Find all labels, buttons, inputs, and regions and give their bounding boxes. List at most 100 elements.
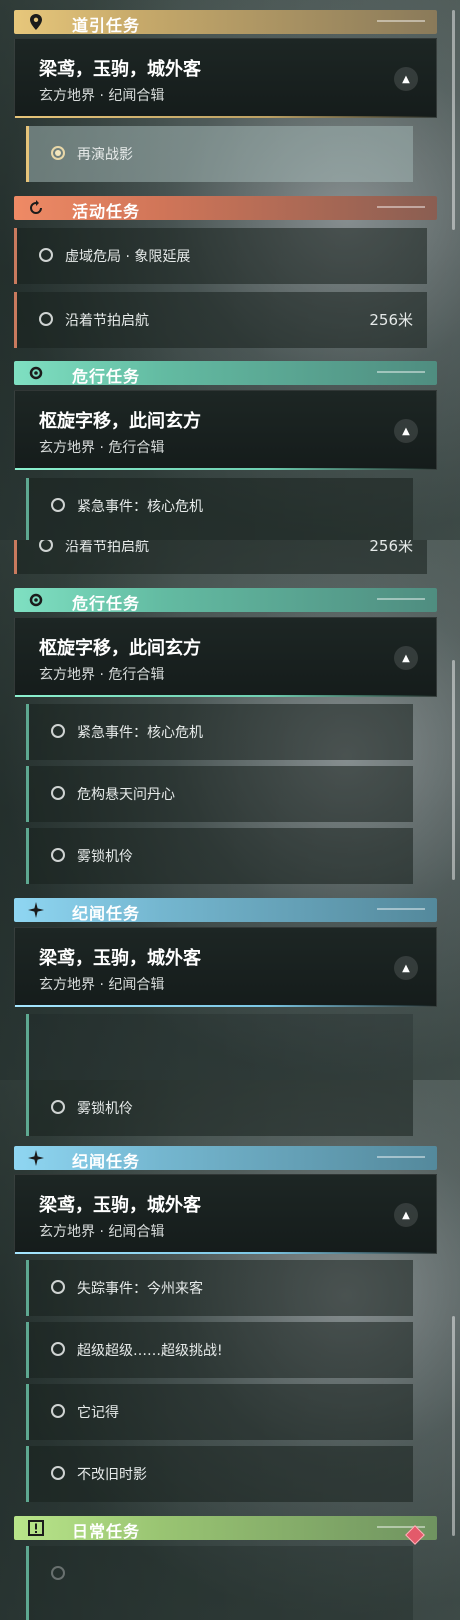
- collapse-arrow-icon[interactable]: ▲: [394, 1203, 418, 1227]
- section-header-lore[interactable]: 纪闻任务: [14, 898, 437, 923]
- quest-subtitle: 玄方地界 · 纪闻合辑: [39, 977, 165, 993]
- collapse-arrow-icon[interactable]: ▲: [394, 419, 418, 443]
- subquest-label: 沿着节拍启航: [65, 540, 149, 555]
- subquest-core-crisis[interactable]: 紧急事件：核心危机: [26, 704, 413, 760]
- subquest-fog-lock[interactable]: 雾锁机伶: [26, 828, 413, 884]
- sparkle-icon: [14, 898, 58, 922]
- quest-subtitle: 玄方地界 · 纪闻合辑: [39, 88, 165, 104]
- subquest-label: 超级超级……超级挑战!: [77, 1343, 223, 1359]
- section-header-daily[interactable]: 日常任务: [14, 1516, 437, 1541]
- section-header-danger[interactable]: 危行任务: [14, 361, 437, 386]
- subquest-label: 虚域危局 · 象限延展: [65, 249, 191, 265]
- quest-panel-screen-1: 道引任务 梁鸢，玉驹，城外客 玄方地界 · 纪闻合辑 ▲ 再演战影 活动任务 虚…: [0, 0, 460, 540]
- quest-title: 梁鸢，玉驹，城外客: [39, 948, 201, 969]
- section-title: 纪闻任务: [72, 904, 141, 923]
- quest-panel-screen-2: 沿着节拍启航 256米 危行任务 枢旋字移，此间玄方 玄方地界 · 危行合辑 ▲…: [0, 540, 460, 1080]
- collapse-arrow-icon[interactable]: ▲: [394, 67, 418, 91]
- location-pin-icon: [14, 10, 58, 34]
- gear-shield-icon: [14, 361, 58, 385]
- section-header-guide[interactable]: 道引任务: [14, 10, 437, 35]
- radio-icon: [51, 1404, 65, 1418]
- header-decoration: [377, 371, 425, 373]
- radio-icon: [39, 312, 53, 326]
- subquest-daily-partial[interactable]: [26, 1546, 413, 1620]
- section-title: 危行任务: [72, 367, 141, 386]
- collapse-arrow-icon[interactable]: ▲: [394, 956, 418, 980]
- section-header-danger[interactable]: 危行任务: [14, 588, 437, 613]
- radio-icon: [51, 1566, 65, 1580]
- radio-icon: [51, 1100, 65, 1114]
- exclamation-icon: [14, 1516, 58, 1540]
- quest-panel-screen-3: 雾锁机伶 纪闻任务 梁鸢，玉驹，城外客 玄方地界 · 纪闻合辑 ▲ 失踪事件：今…: [0, 1080, 460, 1620]
- card-underline: [15, 695, 436, 697]
- section-title: 危行任务: [72, 594, 141, 613]
- header-decoration: [377, 1156, 425, 1158]
- subquest-label: 紧急事件：核心危机: [77, 499, 203, 515]
- card-underline: [15, 116, 436, 118]
- quest-card-lore[interactable]: 梁鸢，玉驹，城外客 玄方地界 · 纪闻合辑 ▲: [14, 1174, 437, 1254]
- radio-icon: [51, 498, 65, 512]
- quest-subtitle: 玄方地界 · 纪闻合辑: [39, 1224, 165, 1240]
- subquest-label: 不改旧时影: [77, 1467, 147, 1483]
- quest-card-guide[interactable]: 梁鸢，玉驹，城外客 玄方地界 · 纪闻合辑 ▲: [14, 38, 437, 118]
- subquest-label: 沿着节拍启航: [65, 313, 149, 329]
- subquest-label: 雾锁机伶: [77, 1101, 133, 1117]
- quest-card-danger[interactable]: 枢旋字移，此间玄方 玄方地界 · 危行合辑 ▲: [14, 617, 437, 697]
- radio-icon: [51, 1342, 65, 1356]
- subquest-label: 失踪事件：今州来客: [77, 1281, 203, 1297]
- subquest-placeholder: [26, 1014, 413, 1080]
- radio-selected-icon: [51, 146, 65, 160]
- quest-title: 枢旋字移，此间玄方: [39, 638, 201, 659]
- radio-icon: [51, 724, 65, 738]
- subquest-label: 危构悬天问丹心: [77, 787, 175, 803]
- header-decoration: [377, 598, 425, 600]
- section-title: 纪闻任务: [72, 1152, 141, 1171]
- collapse-arrow-icon[interactable]: ▲: [394, 646, 418, 670]
- radio-icon: [51, 786, 65, 800]
- subquest-label: 再演战影: [77, 147, 133, 163]
- quest-title: 梁鸢，玉驹，城外客: [39, 1195, 201, 1216]
- quest-title: 枢旋字移，此间玄方: [39, 411, 201, 432]
- sparkle-icon: [14, 1146, 58, 1170]
- subquest-super-challenge[interactable]: 超级超级……超级挑战!: [26, 1322, 413, 1378]
- subquest-danger-heart[interactable]: 危构悬天问丹心: [26, 766, 413, 822]
- subquest-remember[interactable]: 它记得: [26, 1384, 413, 1440]
- subquest-fog-lock[interactable]: 雾锁机伶: [26, 1080, 413, 1136]
- gear-shield-icon: [14, 588, 58, 612]
- quest-title: 梁鸢，玉驹，城外客: [39, 59, 201, 80]
- quest-subtitle: 玄方地界 · 危行合辑: [39, 440, 165, 456]
- section-title: 道引任务: [72, 16, 141, 35]
- radio-icon: [39, 540, 53, 552]
- header-decoration: [377, 20, 425, 22]
- subquest-beat-sail[interactable]: 沿着节拍启航 256米: [14, 292, 427, 348]
- quest-card-lore[interactable]: 梁鸢，玉驹，城外客 玄方地界 · 纪闻合辑 ▲: [14, 927, 437, 1007]
- subquest-replay[interactable]: 再演战影: [26, 126, 413, 182]
- distance-label: 256米: [369, 311, 413, 329]
- radio-icon: [39, 248, 53, 262]
- section-title: 日常任务: [72, 1522, 141, 1541]
- subquest-label: 它记得: [77, 1405, 119, 1421]
- card-underline: [15, 1252, 436, 1254]
- section-header-lore[interactable]: 纪闻任务: [14, 1146, 437, 1171]
- subquest-virtual-crisis[interactable]: 虚域危局 · 象限延展: [14, 228, 427, 284]
- header-decoration: [377, 908, 425, 910]
- scrollbar-thumb[interactable]: [452, 660, 455, 880]
- refresh-arrow-icon: [14, 196, 58, 220]
- scrollbar-thumb[interactable]: [452, 10, 455, 230]
- subquest-label: 紧急事件：核心危机: [77, 725, 203, 741]
- subquest-missing[interactable]: 失踪事件：今州来客: [26, 1260, 413, 1316]
- card-underline: [15, 1005, 436, 1007]
- header-decoration: [377, 206, 425, 208]
- subquest-core-crisis-partial[interactable]: 紧急事件：核心危机: [26, 478, 413, 540]
- subquest-beat-sail[interactable]: 沿着节拍启航 256米: [14, 540, 427, 574]
- radio-icon: [51, 848, 65, 862]
- subquest-label: 雾锁机伶: [77, 849, 133, 865]
- subquest-old-shadow[interactable]: 不改旧时影: [26, 1446, 413, 1502]
- radio-icon: [51, 1280, 65, 1294]
- quest-card-danger[interactable]: 枢旋字移，此间玄方 玄方地界 · 危行合辑 ▲: [14, 390, 437, 470]
- section-header-event[interactable]: 活动任务: [14, 196, 437, 221]
- radio-icon: [51, 1466, 65, 1480]
- scrollbar-thumb[interactable]: [452, 1316, 455, 1536]
- quest-subtitle: 玄方地界 · 危行合辑: [39, 667, 165, 683]
- section-title: 活动任务: [72, 202, 141, 221]
